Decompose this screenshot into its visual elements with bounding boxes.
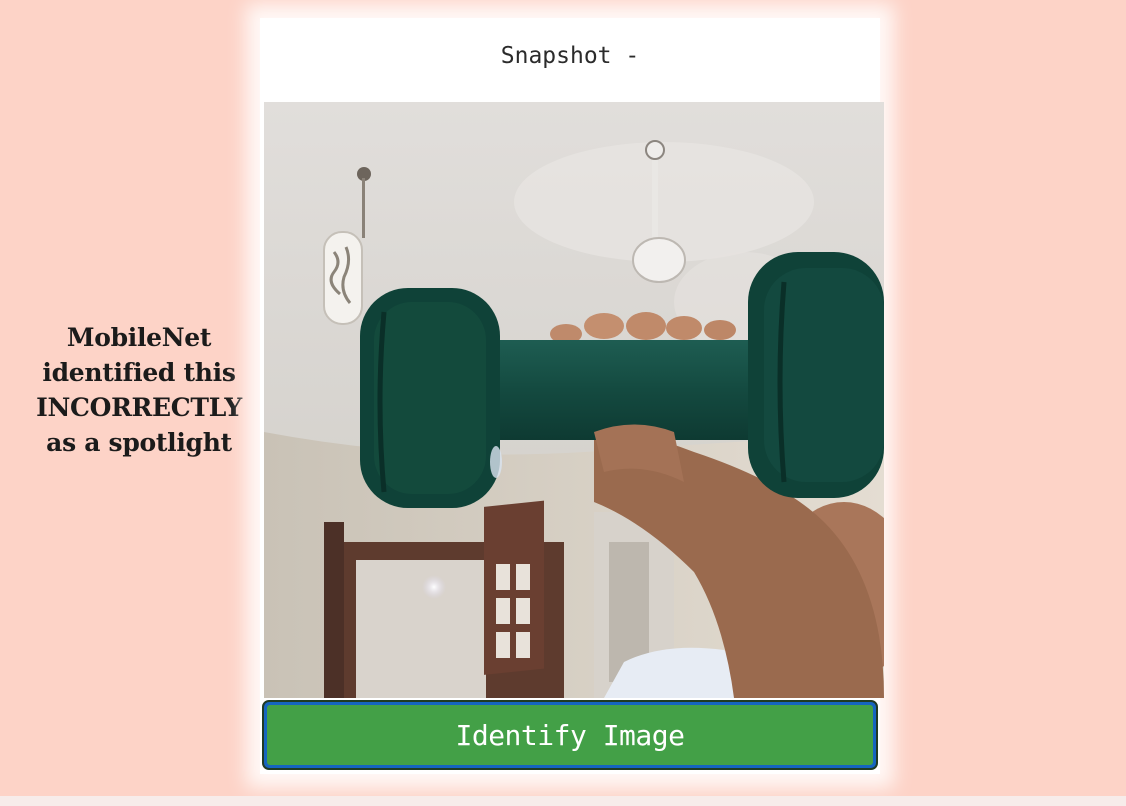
snapshot-title: Snapshot -: [500, 43, 640, 69]
identify-image-button-label: Identify Image: [267, 705, 873, 765]
result-line-status: INCORRECTLY: [36, 393, 242, 422]
identify-image-button[interactable]: Identify Image: [262, 700, 878, 770]
snapshot-card: Snapshot - Identify Image: [260, 18, 884, 774]
page-footer-strip: [0, 796, 1126, 806]
result-line-verb: identified this: [42, 358, 236, 387]
result-line-label: as a spotlight: [46, 428, 232, 457]
result-line-model: MobileNet: [66, 323, 212, 352]
snapshot-image: [264, 102, 884, 698]
identification-result-text: MobileNet identified this INCORRECTLY as…: [8, 320, 270, 460]
